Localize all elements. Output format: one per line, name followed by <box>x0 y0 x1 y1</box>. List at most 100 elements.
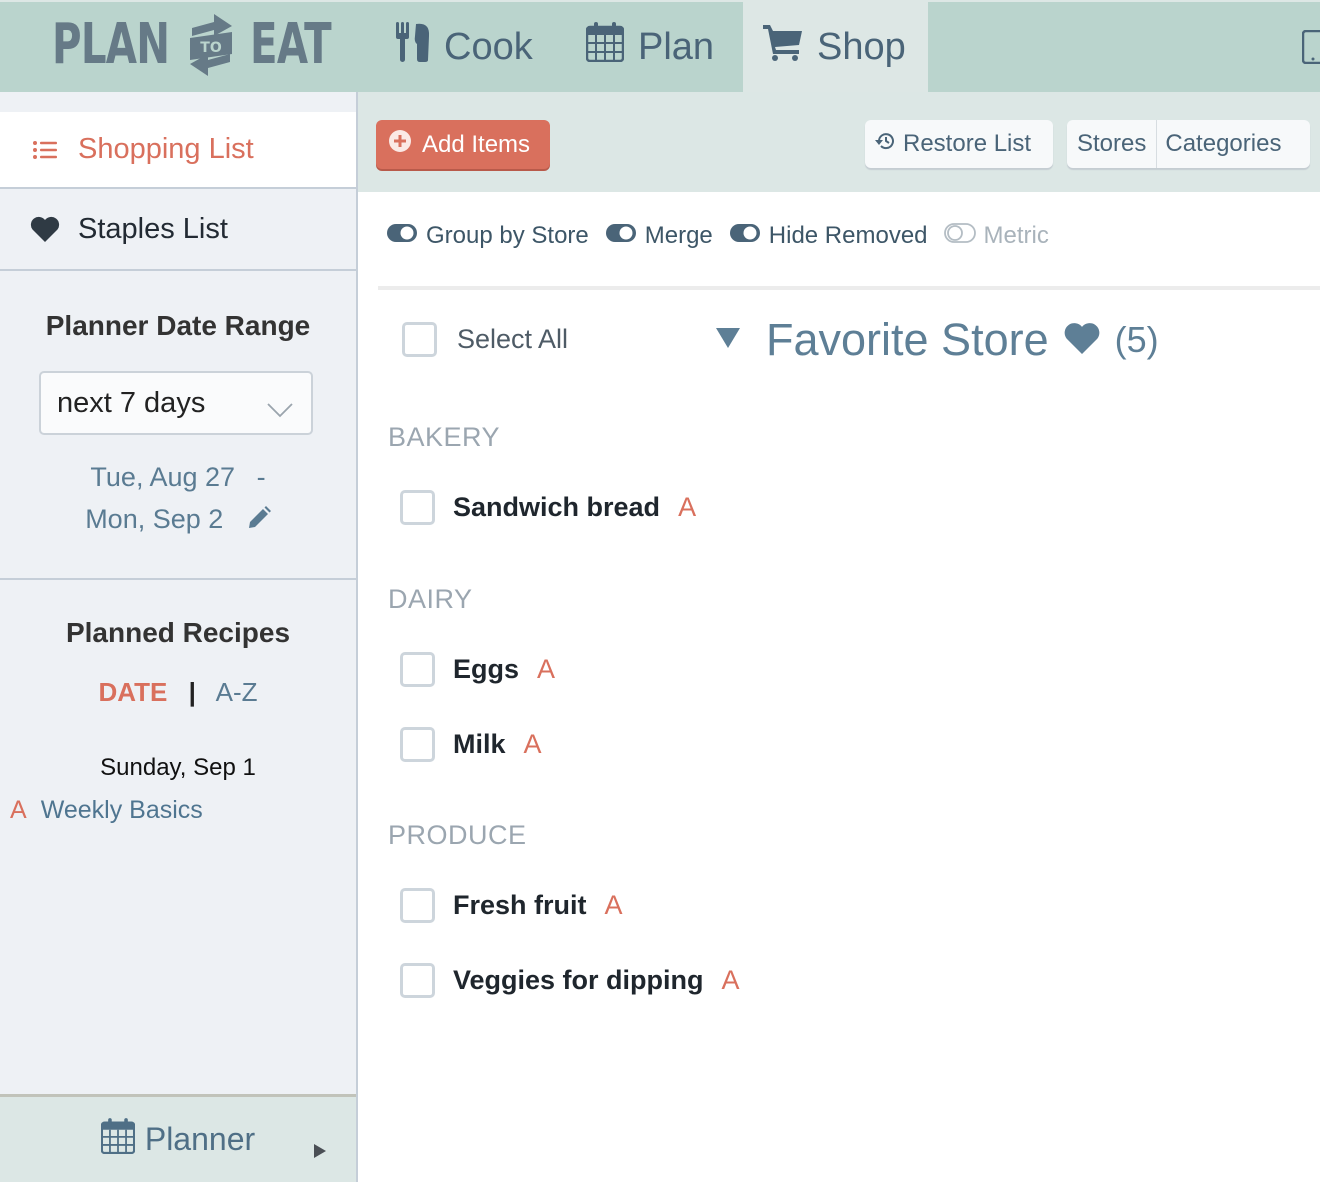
date-range-start-text: Tue, Aug 27 <box>90 462 236 492</box>
planned-recipe[interactable]: A Weekly Basics <box>10 796 203 825</box>
select-all[interactable]: Select All <box>402 322 568 357</box>
sidebar-item-staples-list[interactable]: Staples List <box>0 189 356 271</box>
chevron-down-icon <box>267 393 293 426</box>
cart-icon <box>763 23 803 71</box>
calendar-icon <box>585 22 625 72</box>
sidebar-item-shopping-list[interactable]: Shopping List <box>0 112 356 189</box>
item-recipe-tag: A <box>721 965 740 995</box>
store-name: Favorite Store <box>766 314 1049 365</box>
mobile-device-icon[interactable] <box>1301 29 1320 69</box>
nav-tab-plan-label: Plan <box>638 25 715 68</box>
planner-toggle-button[interactable]: Planner <box>0 1094 356 1182</box>
toggle-hide-removed[interactable]: Hide Removed <box>729 222 928 250</box>
item-checkbox[interactable] <box>400 652 435 687</box>
select-all-label: Select All <box>457 324 569 354</box>
toggle-off-icon <box>943 222 976 250</box>
category-label: BAKERY <box>388 422 501 452</box>
category-label: PRODUCE <box>388 820 527 850</box>
sidebar-item-label: Shopping List <box>78 133 254 165</box>
sort-separator: | <box>188 677 196 707</box>
nav-tab-cook[interactable]: Cook <box>396 2 533 92</box>
item-recipe-tag: A <box>537 654 556 684</box>
nav-tab-shop-label: Shop <box>817 25 906 68</box>
list-item[interactable]: Sandwich bread A <box>400 490 696 525</box>
date-range-select[interactable]: next 7 days <box>39 371 313 435</box>
toggle-on-icon <box>386 222 418 250</box>
options-divider <box>378 286 1320 290</box>
item-name[interactable]: Veggies for dipping <box>453 965 704 996</box>
logo-eat: EAT <box>250 12 332 77</box>
logo-to-badge: TO <box>186 14 236 76</box>
date-range-end-text: Mon, Sep 2 <box>85 504 224 534</box>
toggle-label: Group by Store <box>426 222 589 249</box>
nav-tab-cook-label: Cook <box>444 25 533 68</box>
heart-icon <box>1063 322 1101 359</box>
calendar-icon <box>100 1117 136 1162</box>
toggle-label: Hide Removed <box>768 222 928 249</box>
categories-button[interactable]: Categories <box>1157 120 1289 168</box>
sidebar-item-label: Staples List <box>78 212 228 245</box>
recipe-name[interactable]: Weekly Basics <box>41 796 203 825</box>
sort-by-az[interactable]: A-Z <box>216 677 258 707</box>
toggle-label: Merge <box>644 222 713 249</box>
svg-text:TO: TO <box>200 40 222 56</box>
planned-day-label: Sunday, Sep 1 <box>100 754 256 781</box>
item-recipe-tag: A <box>604 890 623 920</box>
shopping-toolbar: Add Items Restore List Stores Categories <box>358 92 1320 192</box>
pencil-icon[interactable] <box>247 506 271 537</box>
toggle-on-icon <box>729 222 761 250</box>
date-range-select-value: next 7 days <box>57 386 206 419</box>
item-name[interactable]: Milk <box>453 729 506 760</box>
item-recipe-tag: A <box>523 729 542 759</box>
store-header[interactable]: Favorite Store (5) <box>716 314 1159 366</box>
item-checkbox[interactable] <box>400 888 435 923</box>
add-items-button[interactable]: Add Items <box>376 120 550 169</box>
list-item[interactable]: Milk A <box>400 727 542 762</box>
sidebar: Shopping List Staples List Planner Date … <box>0 92 358 1182</box>
select-all-checkbox[interactable] <box>402 322 437 357</box>
sort-by-date[interactable]: DATE <box>98 677 167 707</box>
planner-label: Planner <box>144 1121 256 1157</box>
add-items-label: Add Items <box>422 130 531 158</box>
plan-to-eat-logo[interactable]: PLAN TO EAT <box>52 12 332 77</box>
item-checkbox[interactable] <box>400 727 435 762</box>
item-checkbox[interactable] <box>400 963 435 998</box>
store-item-count: (5) <box>1114 319 1159 360</box>
toggle-on-icon <box>605 222 637 250</box>
recipe-sort-toggle: DATE | A-Z <box>0 677 356 708</box>
list-icon <box>30 140 60 159</box>
nav-tab-shop[interactable]: Shop <box>743 2 928 92</box>
logo-plan: PLAN <box>52 12 170 77</box>
toggle-group-by-store[interactable]: Group by Store <box>386 222 589 250</box>
list-item[interactable]: Veggies for dipping A <box>400 963 740 998</box>
expand-arrow-icon <box>314 1129 326 1166</box>
date-range-start: Tue, Aug 27 - <box>0 462 356 493</box>
category-label: DAIRY <box>388 584 473 614</box>
date-range-separator: - <box>256 462 266 492</box>
plus-circle-icon <box>388 129 412 160</box>
planned-recipes-title: Planned Recipes <box>65 617 291 648</box>
list-item[interactable]: Fresh fruit A <box>400 888 623 923</box>
heart-icon <box>30 216 60 242</box>
utensils-icon <box>396 22 430 72</box>
collapse-triangle-icon[interactable] <box>716 327 740 353</box>
recipe-tag: A <box>10 796 27 824</box>
item-name[interactable]: Sandwich bread <box>453 492 660 523</box>
item-name[interactable]: Eggs <box>453 654 519 685</box>
stores-categories-group: Stores Categories <box>1067 120 1310 168</box>
list-item[interactable]: Eggs A <box>400 652 555 687</box>
top-nav: PLAN TO EAT Cook Plan Shop <box>0 0 1320 92</box>
item-name[interactable]: Fresh fruit <box>453 890 587 921</box>
sidebar-divider <box>0 578 356 580</box>
nav-tab-plan[interactable]: Plan <box>585 2 715 92</box>
toggle-metric[interactable]: Metric <box>943 222 1049 250</box>
restore-list-button[interactable]: Restore List <box>865 120 1053 168</box>
toggle-merge[interactable]: Merge <box>605 222 713 250</box>
stores-button[interactable]: Stores <box>1067 120 1158 168</box>
toggle-label: Metric <box>983 222 1049 249</box>
history-icon <box>875 130 897 159</box>
item-checkbox[interactable] <box>400 490 435 525</box>
date-range-end: Mon, Sep 2 <box>0 504 356 537</box>
planner-date-range-title: Planner Date Range <box>45 310 311 341</box>
restore-list-label: Restore List <box>903 130 1032 157</box>
